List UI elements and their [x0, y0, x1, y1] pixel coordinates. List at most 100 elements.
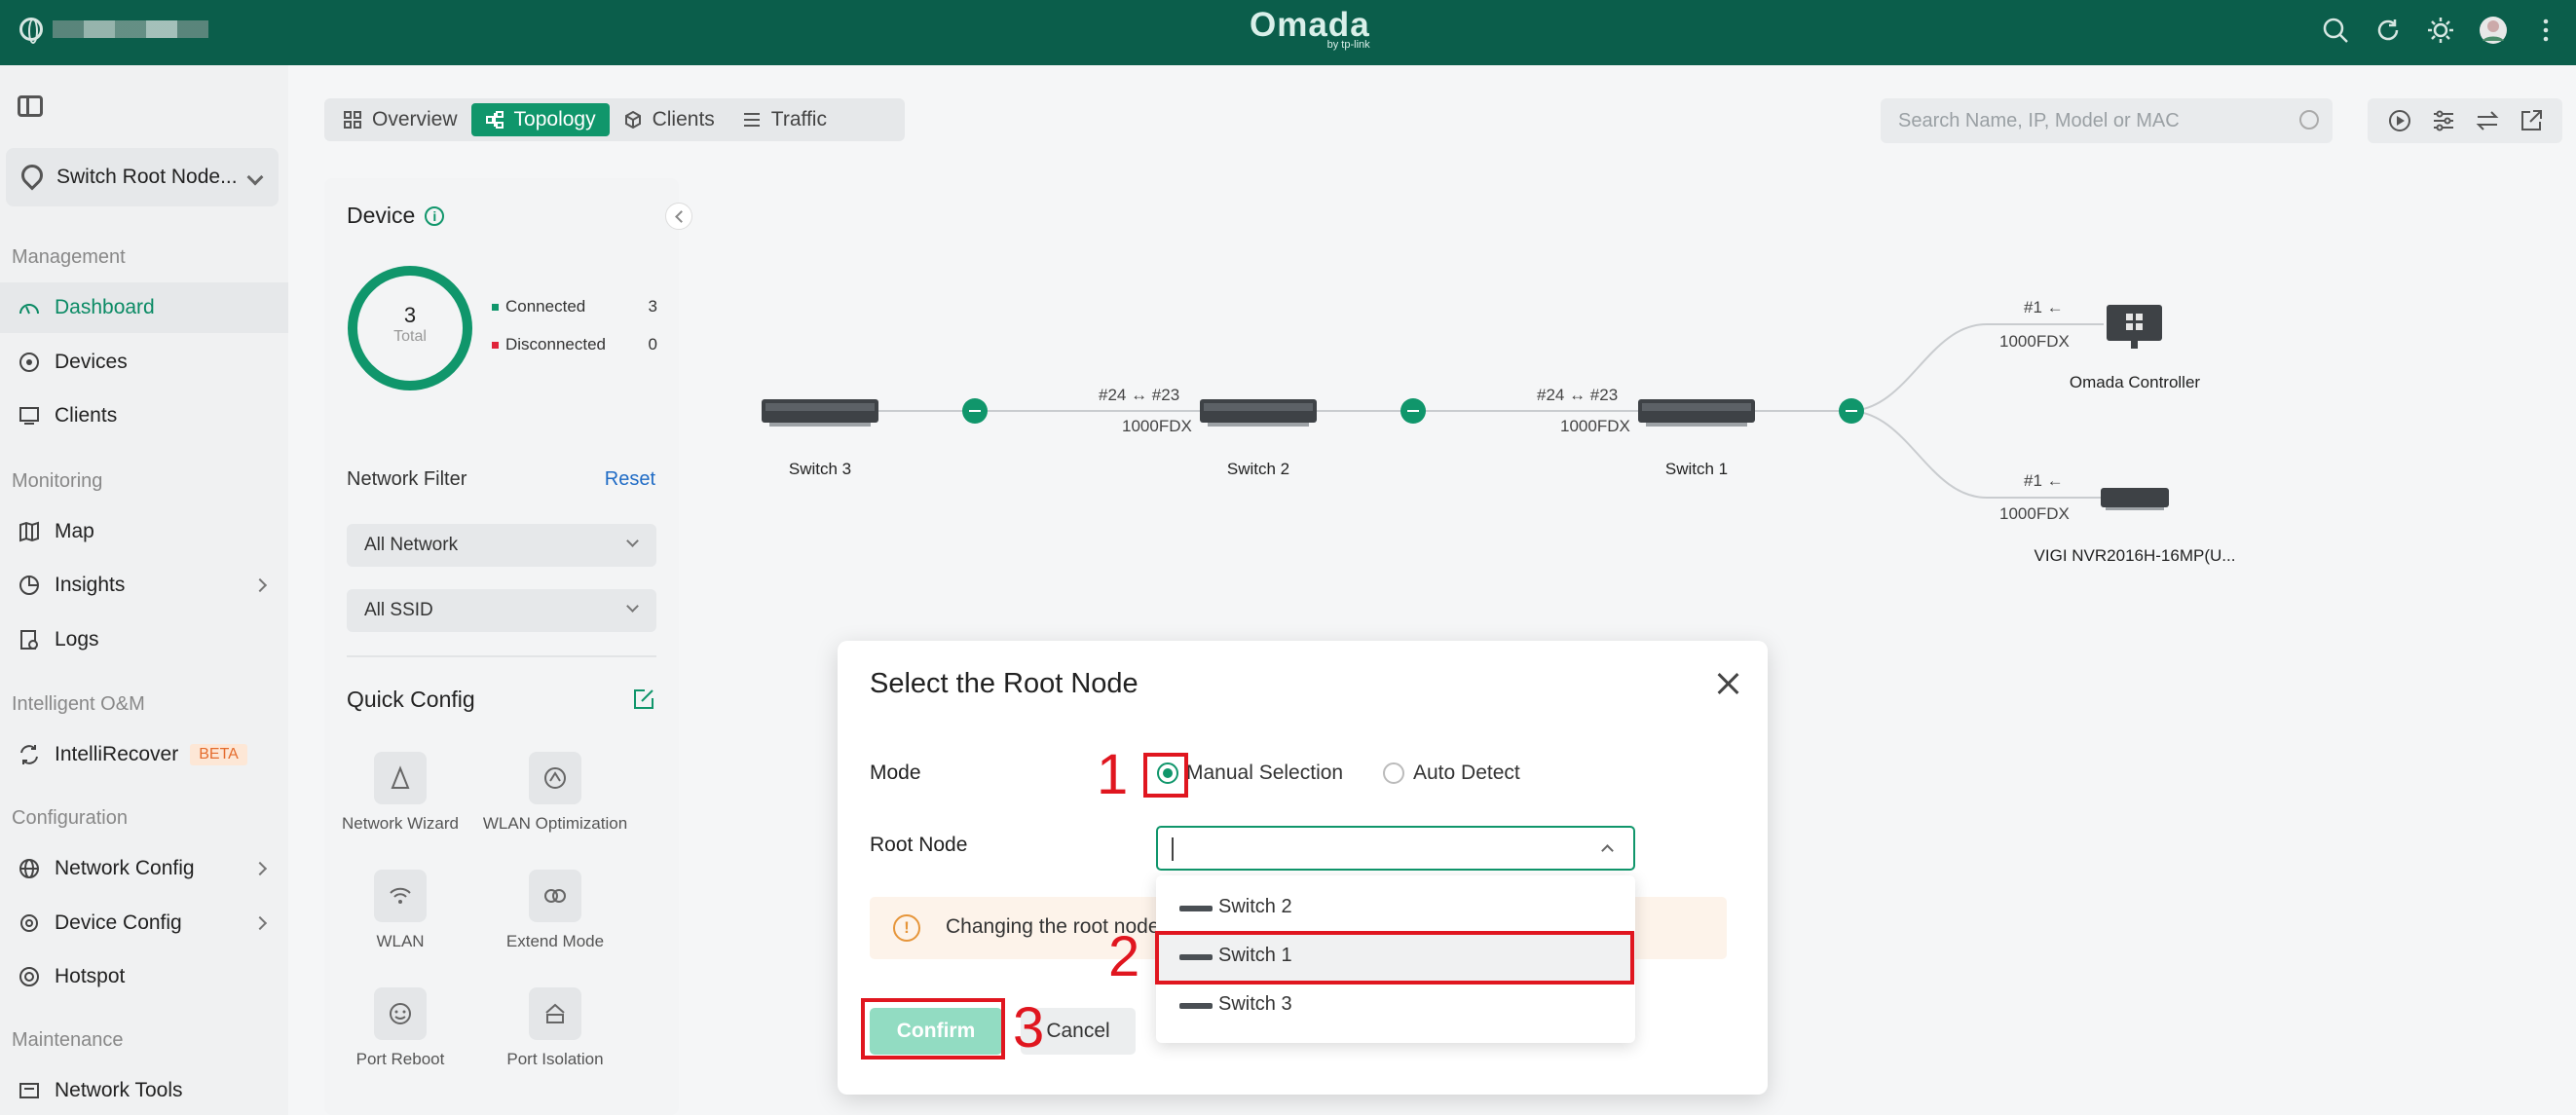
filter-settings-icon[interactable]	[2431, 108, 2456, 133]
device-config-icon	[18, 911, 41, 935]
device-panel: Device i 3 Total Connected 3 Disconnecte…	[324, 178, 692, 1115]
sidebar-item-clients[interactable]: Clients	[0, 390, 288, 441]
beta-badge: BETA	[190, 744, 247, 765]
more-icon[interactable]	[2529, 14, 2562, 47]
sidebar-item-map[interactable]: Map	[0, 506, 288, 557]
connected-dot	[492, 304, 499, 312]
swap-icon[interactable]	[2475, 108, 2500, 133]
info-icon[interactable]: i	[425, 205, 445, 226]
expand-icon[interactable]	[2519, 108, 2544, 133]
sidebar-item-hotspot[interactable]: Hotspot	[0, 951, 288, 1002]
auto-detect-radio[interactable]	[1383, 762, 1404, 784]
switch-1-device[interactable]	[1638, 399, 1755, 427]
qc-label: Network Wizard	[342, 814, 459, 833]
qc-wlan[interactable]: WLAN	[327, 870, 473, 951]
collapse-node-icon[interactable]	[1839, 398, 1864, 424]
globe-icon	[18, 857, 41, 880]
sidebar-item-intellirecover[interactable]: IntelliRecover BETA	[0, 729, 288, 780]
node-label-switch-3: Switch 3	[788, 460, 852, 478]
option-switch-3[interactable]: Switch 3	[1156, 981, 1635, 1029]
blurred-site-name	[53, 20, 208, 38]
qc-network-wizard[interactable]: Network Wizard	[327, 752, 473, 834]
sidebar-item-label: Network Tools	[55, 1079, 183, 1101]
auto-detect-label[interactable]: Auto Detect	[1413, 762, 1520, 785]
root-node-select[interactable]	[1156, 826, 1635, 871]
search-icon	[2299, 110, 2319, 130]
qc-wlan-optimization[interactable]: WLAN Optimization	[482, 752, 628, 834]
wlan-optimization-icon	[529, 752, 581, 804]
omada-logo: Omada by tp-link	[1250, 6, 1370, 51]
link-ports: #1 ←	[2024, 471, 2064, 490]
port-isolation-icon	[529, 987, 581, 1040]
tab-traffic[interactable]: Traffic	[728, 103, 840, 136]
collapse-node-icon[interactable]	[962, 398, 988, 424]
annotation-number-3: 3	[1013, 996, 1045, 1059]
annotation-box-2	[1155, 931, 1634, 985]
section-management: Management	[12, 246, 126, 268]
sidebar-item-network-config[interactable]: Network Config	[0, 843, 288, 894]
tab-clients[interactable]: Clients	[610, 103, 728, 136]
sidebar-item-device-config[interactable]: Device Config	[0, 898, 288, 948]
nvr-device[interactable]	[2101, 488, 2169, 510]
play-icon[interactable]	[2387, 108, 2412, 133]
manual-selection-label[interactable]: Manual Selection	[1186, 762, 1343, 785]
device-title-text: Device	[347, 203, 416, 228]
qc-extend-mode[interactable]: Extend Mode	[482, 870, 628, 951]
switch-3-device[interactable]	[762, 399, 878, 427]
root-node-label: Root Node	[870, 834, 968, 856]
tab-topology[interactable]: Topology	[470, 103, 610, 136]
qc-label: WLAN Optimization	[482, 814, 628, 833]
wizard-icon	[374, 752, 427, 804]
collapse-panel-button[interactable]	[665, 203, 692, 230]
link-speed: 1000FDX	[1560, 417, 1630, 435]
sidebar-item-network-tools[interactable]: Network Tools	[0, 1065, 288, 1115]
sidebar: Switch Root Node... Management Dashboard…	[0, 65, 288, 1115]
sidebar-item-label: Network Config	[55, 857, 195, 879]
tab-label: Topology	[513, 108, 596, 130]
port-reboot-icon	[374, 987, 427, 1040]
collapse-node-icon[interactable]	[1400, 398, 1426, 424]
site-selector[interactable]: Switch Root Node...	[6, 148, 279, 206]
sidebar-item-devices[interactable]: Devices	[0, 337, 288, 388]
traffic-icon	[743, 113, 760, 127]
search-icon[interactable]	[2319, 14, 2352, 47]
tab-overview[interactable]: Overview	[329, 103, 471, 136]
qc-port-reboot[interactable]: Port Reboot	[327, 987, 473, 1069]
chevron-down-icon	[626, 535, 639, 547]
location-pin-icon	[21, 165, 43, 190]
refresh-icon[interactable]	[2371, 14, 2405, 47]
sidebar-item-label: Clients	[55, 404, 118, 427]
sidebar-item-dashboard[interactable]: Dashboard	[0, 282, 288, 333]
annotation-number-1: 1	[1097, 743, 1129, 806]
link-speed: 1000FDX	[1999, 332, 2070, 351]
theme-sun-icon[interactable]	[2424, 14, 2457, 47]
sidebar-item-logs[interactable]: Logs	[0, 614, 288, 665]
chevron-right-icon	[252, 577, 268, 593]
divider	[347, 655, 656, 657]
chevron-down-icon	[626, 600, 639, 613]
switch-2-device[interactable]	[1200, 399, 1317, 427]
extend-mode-icon	[529, 870, 581, 922]
controller-device[interactable]	[2107, 305, 2162, 349]
avatar[interactable]	[2477, 14, 2510, 47]
search-input[interactable]: Search Name, IP, Model or MAC	[1881, 98, 2333, 143]
clients-icon	[18, 404, 41, 427]
sidebar-toggle-icon[interactable]	[18, 95, 43, 117]
section-maintenance: Maintenance	[12, 1029, 124, 1051]
qc-port-isolation[interactable]: Port Isolation	[482, 987, 628, 1069]
disconnected-dot	[492, 342, 499, 350]
cube-icon	[624, 110, 641, 130]
sidebar-item-insights[interactable]: Insights	[0, 560, 288, 611]
top-bar: Omada by tp-link	[0, 0, 2576, 65]
edit-icon[interactable]	[632, 688, 655, 711]
site-badge	[19, 18, 208, 44]
topology-icon	[485, 111, 504, 129]
option-switch-2[interactable]: Switch 2	[1156, 883, 1635, 932]
total-label: Total	[393, 328, 427, 345]
tab-label: Traffic	[770, 108, 827, 130]
close-icon[interactable]	[1717, 672, 1740, 695]
top-icons	[2319, 14, 2562, 47]
reset-link[interactable]: Reset	[605, 468, 655, 491]
network-dropdown[interactable]: All Network	[347, 524, 656, 567]
ssid-dropdown[interactable]: All SSID	[347, 589, 656, 632]
